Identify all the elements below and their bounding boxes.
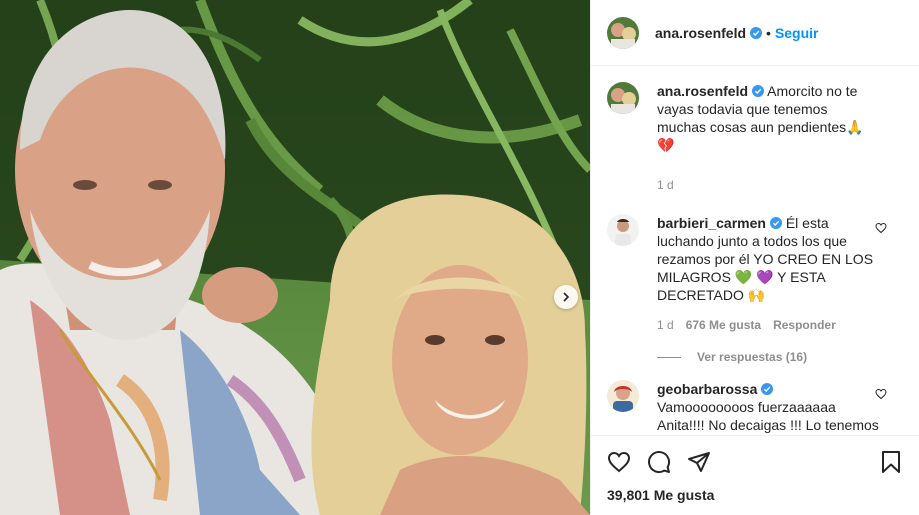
photo-illustration bbox=[0, 0, 590, 515]
commenter-avatar[interactable] bbox=[607, 380, 639, 412]
heart-icon[interactable] bbox=[875, 222, 887, 234]
comment-button[interactable] bbox=[639, 442, 679, 482]
comment-username[interactable]: barbieri_carmen bbox=[657, 215, 766, 231]
comment-item: geobarbarossa Vamoooooooos fuerzaaaaaa A… bbox=[607, 380, 903, 435]
post-photo[interactable] bbox=[0, 0, 590, 515]
save-button[interactable] bbox=[871, 442, 911, 482]
comment-body: barbieri_carmen Él esta luchando junto a… bbox=[657, 214, 903, 334]
verified-badge-icon bbox=[750, 26, 763, 39]
bookmark-icon bbox=[882, 450, 900, 473]
post-side-panel: ana.rosenfeld • Seguir ana.rosenfeld Amo… bbox=[590, 0, 919, 515]
comment-meta: 1 d 676 Me gusta Responder bbox=[657, 316, 879, 334]
separator-dot: • bbox=[766, 24, 771, 41]
verified-badge-icon bbox=[752, 85, 765, 97]
comment-body: geobarbarossa Vamoooooooos fuerzaaaaaa A… bbox=[657, 380, 903, 435]
like-button[interactable] bbox=[599, 442, 639, 482]
comment-text: Vamoooooooos fuerzaaaaaa Anita!!!! No de… bbox=[657, 399, 879, 433]
reply-button[interactable]: Responder bbox=[773, 316, 836, 334]
action-bar bbox=[591, 435, 919, 487]
comment-icon bbox=[648, 450, 671, 473]
next-photo-button[interactable] bbox=[554, 285, 578, 309]
instagram-post: ana.rosenfeld • Seguir ana.rosenfeld Amo… bbox=[0, 0, 919, 515]
comments-list[interactable]: ana.rosenfeld Amorcito no te vayas todav… bbox=[591, 66, 919, 435]
caption-meta: 1 d bbox=[657, 176, 879, 194]
heart-icon[interactable] bbox=[875, 388, 887, 400]
commenter-avatar[interactable] bbox=[607, 214, 639, 246]
author-username[interactable]: ana.rosenfeld bbox=[655, 25, 746, 41]
comment-username[interactable]: geobarbarossa bbox=[657, 381, 757, 397]
share-icon bbox=[688, 451, 710, 472]
post-likes-count[interactable]: 39,801 Me gusta bbox=[591, 487, 919, 515]
chevron-right-icon bbox=[563, 292, 570, 302]
post-header: ana.rosenfeld • Seguir bbox=[591, 0, 919, 66]
caption: ana.rosenfeld Amorcito no te vayas todav… bbox=[607, 82, 903, 194]
caption-body: ana.rosenfeld Amorcito no te vayas todav… bbox=[657, 82, 903, 194]
caption-time[interactable]: 1 d bbox=[657, 176, 674, 194]
comment-like-count[interactable]: 676 Me gusta bbox=[686, 316, 761, 334]
verified-badge-icon bbox=[769, 217, 782, 229]
share-button[interactable] bbox=[679, 442, 719, 482]
heart-icon bbox=[607, 451, 631, 472]
view-replies-button[interactable]: Ver respuestas (16) bbox=[657, 350, 903, 364]
replies-divider bbox=[657, 356, 681, 358]
caption-username[interactable]: ana.rosenfeld bbox=[657, 83, 748, 99]
verified-badge-icon bbox=[761, 383, 774, 395]
comment-item: barbieri_carmen Él esta luchando junto a… bbox=[607, 214, 903, 334]
view-replies-label: Ver respuestas (16) bbox=[697, 350, 808, 364]
comment-time[interactable]: 1 d bbox=[657, 316, 674, 334]
author-avatar[interactable] bbox=[607, 16, 639, 49]
caption-avatar[interactable] bbox=[607, 82, 639, 114]
follow-button[interactable]: Seguir bbox=[775, 25, 819, 41]
